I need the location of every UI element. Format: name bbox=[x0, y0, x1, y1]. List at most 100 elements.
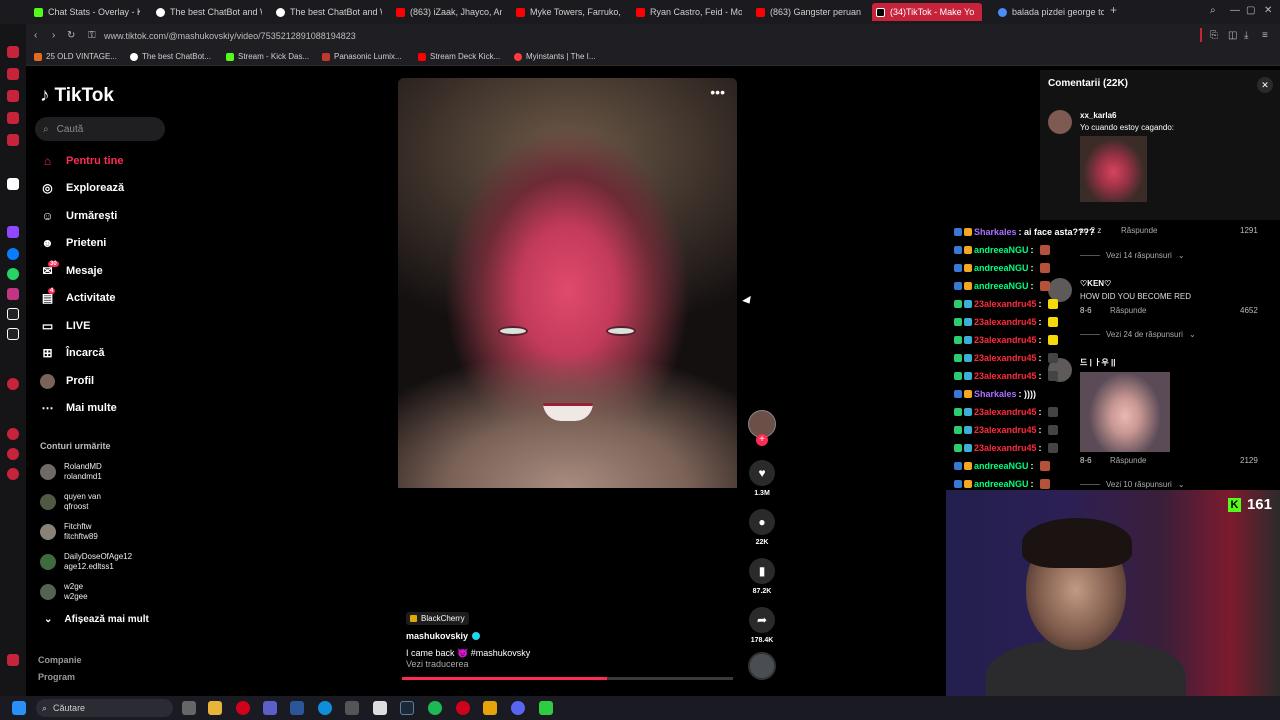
nav-live[interactable]: ▭ LIVE bbox=[40, 316, 91, 336]
browser-tab-active[interactable]: (34)TikTok - Make Yo bbox=[872, 3, 982, 21]
followed-account[interactable]: Fitchftw fitchftw89 bbox=[40, 520, 98, 544]
view-replies-button[interactable]: Vezi 10 răspunsuri ⌄ bbox=[1080, 480, 1185, 489]
sidebar-app-icon[interactable] bbox=[7, 112, 19, 124]
reply-link[interactable]: Răspunde bbox=[1110, 306, 1146, 315]
bookmark-item[interactable]: Stream - Kick Das... bbox=[226, 52, 309, 61]
back-icon[interactable]: ‹ bbox=[34, 30, 37, 41]
followed-account[interactable]: w2ge w2gee bbox=[40, 580, 88, 604]
sidebar-app-icon[interactable] bbox=[7, 448, 19, 460]
twitch-icon[interactable] bbox=[7, 226, 19, 238]
menu-icon[interactable]: ≡ bbox=[1262, 30, 1268, 41]
browser-tab[interactable]: (863) iZaak, Jhayco, Anu bbox=[392, 3, 502, 21]
see-translation-link[interactable]: Vezi traducerea bbox=[406, 659, 469, 669]
show-more-button[interactable]: ⌄ Afișează mai mult bbox=[44, 614, 149, 625]
instagram-icon[interactable] bbox=[7, 288, 19, 300]
sidebar-app-icon[interactable] bbox=[7, 468, 19, 480]
whatsapp-icon[interactable] bbox=[7, 268, 19, 280]
comment-like-count[interactable]: 2129 bbox=[1240, 456, 1258, 465]
steam-icon[interactable] bbox=[400, 701, 414, 715]
sidebar-app-icon[interactable] bbox=[7, 134, 19, 146]
view-replies-button[interactable]: Vezi 14 răspunsuri ⌄ bbox=[1080, 251, 1185, 260]
sidebar-app-icon[interactable] bbox=[7, 46, 19, 58]
save-button[interactable]: ▮ 87.2K bbox=[748, 558, 776, 595]
video-author[interactable]: mashukovskiy bbox=[406, 631, 481, 641]
search-input[interactable]: ⌕ Caută bbox=[35, 117, 165, 141]
download-icon[interactable]: ⤓ bbox=[1244, 30, 1248, 41]
close-icon[interactable]: ✕ bbox=[1257, 77, 1273, 93]
comment-like-count[interactable]: 1291 bbox=[1240, 226, 1258, 235]
bookmark-icon[interactable]: ⎘ bbox=[1210, 30, 1218, 41]
music-tag[interactable]: BlackCherry bbox=[406, 612, 469, 625]
bookmark-item[interactable]: Myinstants | The I... bbox=[514, 52, 596, 61]
file-explorer-icon[interactable] bbox=[208, 701, 222, 715]
new-tab-button[interactable]: + bbox=[1110, 3, 1117, 17]
screenshot-icon[interactable]: ◫ bbox=[1228, 30, 1237, 41]
browser-tab[interactable]: The best ChatBot and Wi bbox=[152, 3, 262, 21]
nav-messages[interactable]: ✉ 30 Mesaje bbox=[40, 260, 103, 281]
reply-link[interactable]: Răspunde bbox=[1121, 226, 1157, 235]
reply-link[interactable]: Răspunde bbox=[1110, 456, 1146, 465]
more-options-icon[interactable]: ••• bbox=[710, 84, 725, 100]
messenger-icon[interactable] bbox=[7, 248, 19, 260]
video-progress-bar[interactable] bbox=[402, 677, 733, 680]
discord-icon[interactable] bbox=[511, 701, 525, 715]
browser-tab[interactable]: balada pizdei george topi bbox=[994, 3, 1104, 21]
nav-friends[interactable]: ☻ Prieteni bbox=[40, 233, 106, 253]
nav-more[interactable]: ⋯ Mai multe bbox=[40, 398, 117, 418]
sidebar-app-icon[interactable] bbox=[7, 428, 19, 440]
opera-gx-icon[interactable] bbox=[456, 701, 470, 715]
nav-upload[interactable]: ⊞ Încarcă bbox=[40, 343, 104, 363]
nav-following[interactable]: ☺ Urmărești bbox=[40, 206, 117, 226]
nav-activity[interactable]: ▤ 4 Activitate bbox=[40, 287, 116, 308]
app-icon[interactable] bbox=[539, 701, 553, 715]
browser-tab[interactable]: (863) Gangster peruan şi bbox=[752, 3, 862, 21]
close-window-icon[interactable]: ✕ bbox=[1264, 5, 1272, 16]
sidebar-app-icon[interactable] bbox=[7, 178, 19, 190]
bookmark-item[interactable]: Stream Deck Kick... bbox=[418, 52, 500, 61]
sidebar-app-icon[interactable] bbox=[7, 68, 19, 80]
bookmark-item[interactable]: The best ChatBot... bbox=[130, 52, 211, 61]
maximize-icon[interactable]: ▢ bbox=[1246, 5, 1255, 16]
app-icon[interactable] bbox=[483, 701, 497, 715]
comment-like-count[interactable]: 4652 bbox=[1240, 306, 1258, 315]
taskbar-search[interactable]: ⌕ Căutare bbox=[36, 699, 173, 717]
sound-disc-avatar[interactable] bbox=[748, 652, 776, 680]
comment-username[interactable]: 드 | ㅏ우 || bbox=[1080, 357, 1115, 368]
followed-account[interactable]: quyen van qfroost bbox=[40, 490, 101, 514]
teams-icon[interactable] bbox=[263, 701, 277, 715]
comment-image[interactable] bbox=[1080, 372, 1170, 452]
comment-username[interactable]: xx_karla6 bbox=[1080, 111, 1116, 120]
url-field[interactable]: www.tiktok.com/@mashukovskiy/video/75352… bbox=[104, 31, 356, 41]
sidebar-app-icon[interactable] bbox=[7, 654, 19, 666]
comment-image[interactable] bbox=[1080, 136, 1147, 202]
view-replies-button[interactable]: Vezi 24 de răspunsuri ⌄ bbox=[1080, 330, 1196, 339]
edge-icon[interactable] bbox=[318, 701, 332, 715]
app-icon[interactable] bbox=[345, 701, 359, 715]
forward-icon[interactable]: › bbox=[52, 30, 55, 41]
comment-username[interactable]: ♡KEN♡ bbox=[1080, 279, 1111, 288]
task-view-icon[interactable] bbox=[182, 701, 196, 715]
sidebar-app-icon[interactable] bbox=[7, 378, 19, 390]
sidebar-app-icon[interactable] bbox=[7, 90, 19, 102]
windows-start-icon[interactable] bbox=[12, 701, 26, 715]
bookmark-item[interactable]: 25 OLD VINTAGE... bbox=[34, 52, 117, 61]
minimize-icon[interactable]: — bbox=[1230, 5, 1240, 16]
reload-icon[interactable]: ↻ bbox=[67, 30, 75, 41]
like-button[interactable]: ♥ 1.3M bbox=[748, 460, 776, 497]
opera-gx-icon[interactable] bbox=[236, 701, 250, 715]
browser-tab[interactable]: Chat Stats - Overlay - Kic bbox=[30, 3, 140, 21]
follow-plus-icon[interactable]: + bbox=[756, 434, 768, 446]
followed-account[interactable]: RolandMD rolandmd1 bbox=[40, 460, 102, 484]
browser-tab[interactable]: Myke Towers, Farruko, A bbox=[512, 3, 622, 21]
word-icon[interactable] bbox=[290, 701, 304, 715]
footer-company-link[interactable]: Companie bbox=[38, 655, 82, 665]
avatar[interactable] bbox=[1048, 110, 1072, 134]
followed-account[interactable]: DailyDoseOfAge12 age12.edltss1 bbox=[40, 550, 132, 574]
nav-profile[interactable]: Profil bbox=[40, 371, 94, 391]
search-tabs-icon[interactable]: ⌕ bbox=[1210, 5, 1216, 16]
comment-button[interactable]: ● 22K bbox=[748, 509, 776, 546]
tiktok-logo[interactable]: ♪ TikTok bbox=[40, 85, 114, 107]
tiktok-icon[interactable] bbox=[7, 308, 19, 320]
spotify-icon[interactable] bbox=[428, 701, 442, 715]
browser-tab[interactable]: Ryan Castro, Feid - Mona bbox=[632, 3, 742, 21]
